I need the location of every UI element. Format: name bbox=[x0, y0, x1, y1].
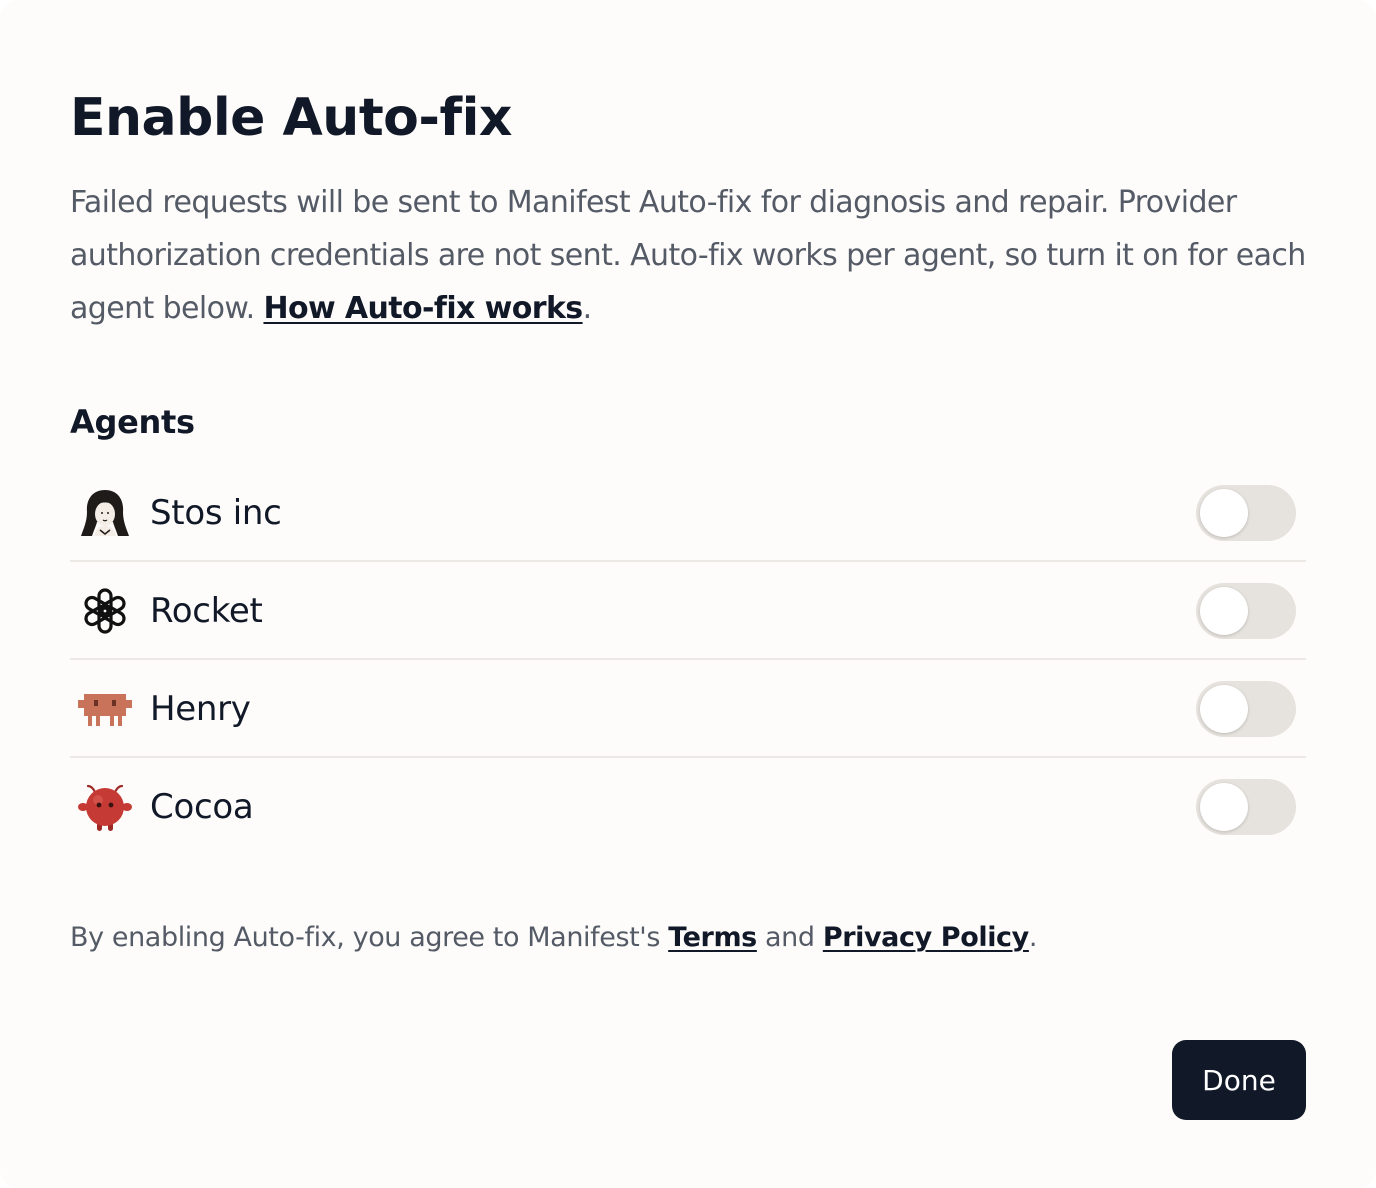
agent-row-cocoa: Cocoa bbox=[70, 758, 1306, 856]
auto-fix-toggle-henry[interactable] bbox=[1196, 681, 1296, 737]
toggle-knob bbox=[1200, 685, 1248, 733]
agent-row-rocket: Rocket bbox=[70, 562, 1306, 660]
dialog-title: Enable Auto-fix bbox=[70, 88, 512, 148]
pixel-robot-icon bbox=[78, 694, 132, 726]
done-button[interactable]: Done bbox=[1172, 1040, 1306, 1120]
terms-link[interactable]: Terms bbox=[668, 922, 757, 953]
legal-and: and bbox=[756, 922, 823, 953]
auto-fix-toggle-cocoa[interactable] bbox=[1196, 779, 1296, 835]
woman-portrait-icon bbox=[81, 490, 129, 536]
agent-row-stos-inc: Stos inc bbox=[70, 464, 1306, 562]
openai-logo-icon bbox=[84, 588, 126, 634]
toggle-knob bbox=[1200, 489, 1248, 537]
legal-prefix: By enabling Auto-fix, you agree to Manif… bbox=[70, 922, 669, 953]
auto-fix-toggle-rocket[interactable] bbox=[1196, 583, 1296, 639]
description-period: . bbox=[582, 291, 593, 326]
agent-row-henry: Henry bbox=[70, 660, 1306, 758]
auto-fix-toggle-stos-inc[interactable] bbox=[1196, 485, 1296, 541]
agents-section-label: Agents bbox=[70, 403, 195, 441]
agent-name: Rocket bbox=[150, 591, 263, 631]
privacy-policy-link[interactable]: Privacy Policy bbox=[823, 922, 1029, 953]
agent-name: Stos inc bbox=[150, 493, 282, 533]
legal-suffix: . bbox=[1028, 922, 1038, 953]
dialog-description: Failed requests will be sent to Manifest… bbox=[70, 176, 1310, 335]
legal-notice: By enabling Auto-fix, you agree to Manif… bbox=[70, 916, 1037, 960]
agent-name: Cocoa bbox=[150, 787, 254, 827]
toggle-knob bbox=[1200, 783, 1248, 831]
agent-list: Stos inc Rocket Henry Cocoa bbox=[70, 464, 1306, 856]
how-auto-fix-works-link[interactable]: How Auto-fix works bbox=[263, 291, 583, 326]
auto-fix-dialog: Enable Auto-fix Failed requests will be … bbox=[0, 0, 1376, 1188]
agent-name: Henry bbox=[150, 689, 251, 729]
description-text: Failed requests will be sent to Manifest… bbox=[70, 185, 1306, 326]
toggle-knob bbox=[1200, 587, 1248, 635]
red-bug-icon bbox=[78, 784, 132, 831]
